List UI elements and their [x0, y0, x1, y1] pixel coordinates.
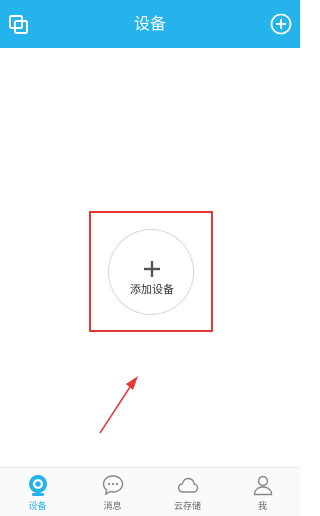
- tab-devices[interactable]: 设备: [0, 468, 75, 516]
- tab-me[interactable]: 我: [225, 468, 300, 516]
- person-icon: [253, 475, 272, 496]
- top-bar: 设备: [0, 0, 300, 48]
- page-title: 设备: [133, 14, 166, 33]
- camera-icon: [28, 475, 47, 496]
- tab-label: 设备: [28, 502, 47, 512]
- chat-bubble-icon: [102, 475, 123, 496]
- bottom-tab-bar: 设备 消息 云存储 我: [0, 467, 300, 516]
- add-device-button[interactable]: 添加设备: [108, 229, 194, 315]
- plus-icon: [144, 261, 160, 277]
- tab-cloud-storage[interactable]: 云存储: [150, 468, 225, 516]
- tab-label: 我: [257, 502, 267, 512]
- add-circle-icon[interactable]: [270, 13, 292, 35]
- cloud-icon: [177, 477, 198, 493]
- add-device-label: 添加设备: [130, 283, 174, 296]
- tab-label: 消息: [103, 502, 122, 512]
- tab-label: 云存储: [173, 502, 201, 512]
- tab-messages[interactable]: 消息: [75, 468, 150, 516]
- annotation-arrow-icon: [99, 376, 138, 434]
